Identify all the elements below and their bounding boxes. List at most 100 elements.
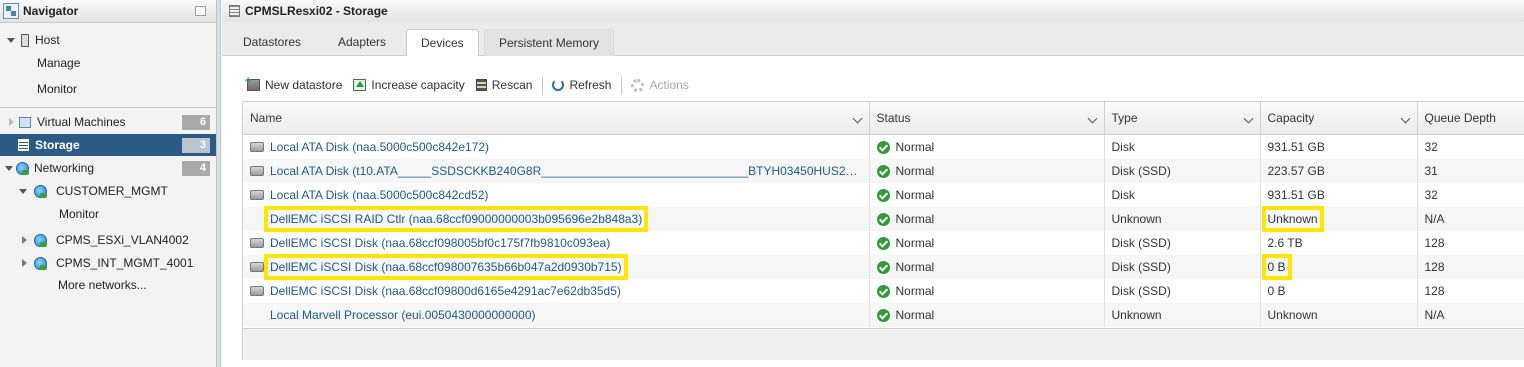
nav-item-label: CUSTOMER_MGMT (56, 184, 168, 198)
status-ok-icon (876, 237, 890, 251)
nav-item-cpms-int-mgmt-4001[interactable]: CPMS_INT_MGMT_4001 (0, 252, 216, 274)
status-text: Normal (895, 187, 935, 202)
column-label: Queue Depth (1424, 111, 1496, 125)
device-name-link[interactable]: DellEMC iSCSI RAID Ctlr (naa.68ccf090000… (263, 206, 649, 232)
queue-depth-cell: 31 (1417, 159, 1524, 183)
capacity-cell: 931.51 GB (1260, 134, 1418, 159)
status-text: Normal (895, 163, 935, 178)
increase-capacity-icon (353, 79, 367, 91)
table-row[interactable]: DellEMC iSCSI RAID Ctlr (naa.68ccf090000… (243, 206, 1524, 232)
chevron-right-icon[interactable] (22, 259, 27, 267)
column-header-name[interactable]: Name (243, 102, 870, 135)
table-row[interactable]: Local ATA Disk (t10.ATA_____SSDSCKKB240G… (243, 159, 1524, 183)
chevron-down-icon[interactable] (7, 37, 15, 43)
refresh-icon (552, 79, 565, 91)
devices-table: Name Status Type Capacity Queue Depth Lo… (242, 101, 1524, 360)
nav-item-label: Manage (37, 56, 81, 70)
table-row[interactable]: Local ATA Disk (naa.5000c500c842e172) No… (243, 134, 1524, 159)
status-text: Normal (895, 235, 935, 250)
nav-item-more-networks[interactable]: More networks... (0, 274, 216, 296)
type-cell: Unknown (1104, 207, 1261, 231)
tab-persistent-memory[interactable]: Persistent Memory (484, 29, 615, 56)
type-cell: Disk (SSD) (1104, 231, 1261, 255)
tab-bar: Datastores Adapters Devices Persistent M… (222, 22, 1524, 56)
nav-item-host[interactable]: Host (0, 29, 216, 51)
increase-capacity-label: Increase capacity (371, 78, 465, 92)
nav-item-network-monitor[interactable]: Monitor (0, 203, 216, 225)
table-row[interactable]: DellEMC iSCSI Disk (naa.68ccf098007635b6… (243, 254, 1524, 280)
device-name-link[interactable]: DellEMC iSCSI Disk (naa.68ccf098005bf0c1… (270, 236, 610, 250)
table-row[interactable]: DellEMC iSCSI Disk (naa.68ccf098005bf0c1… (243, 231, 1524, 255)
chevron-down-icon[interactable] (1243, 113, 1253, 124)
capacity-cell: 2.6 TB (1260, 231, 1418, 255)
toolbar-separator (542, 76, 544, 94)
nav-item-label: CPMS_ESXi_VLAN4002 (56, 233, 189, 247)
type-cell: Disk (SSD) (1104, 159, 1261, 183)
new-datastore-button[interactable]: + New datastore (242, 75, 348, 95)
storage-icon (229, 5, 240, 17)
column-header-status[interactable]: Status (869, 102, 1105, 135)
nav-item-label: Monitor (37, 82, 78, 96)
panel-splitter[interactable] (216, 0, 221, 367)
table-row[interactable]: Local ATA Disk (naa.5000c500c842cd52) No… (243, 183, 1524, 207)
device-name-link[interactable]: Local Marvell Processor (eui.00504300000… (270, 308, 536, 322)
device-name-link[interactable]: Local ATA Disk (naa.5000c500c842e172) (270, 140, 489, 154)
chevron-right-icon[interactable] (22, 236, 27, 244)
rescan-label: Rescan (491, 78, 533, 92)
status-text: Normal (895, 307, 935, 322)
tab-datastores[interactable]: Datastores (229, 29, 315, 55)
nav-item-manage[interactable]: Manage (0, 52, 216, 74)
nav-item-cpms-esxi-vlan4002[interactable]: CPMS_ESXi_VLAN4002 (0, 229, 216, 251)
device-name-link[interactable]: DellEMC iSCSI Disk (naa.68ccf09800d6165e… (270, 284, 621, 298)
disk-icon (250, 142, 264, 152)
chevron-right-icon[interactable] (9, 118, 14, 126)
capacity-cell: 0 B (1260, 279, 1418, 303)
chevron-down-icon[interactable] (5, 165, 13, 171)
navigator-title: Navigator (23, 4, 79, 18)
column-header-type[interactable]: Type (1104, 102, 1261, 135)
nav-item-customer-mgmt[interactable]: CUSTOMER_MGMT (0, 180, 216, 202)
chevron-down-icon[interactable] (1400, 113, 1410, 124)
network-globe-icon (34, 256, 47, 270)
nav-item-label: Storage (35, 138, 80, 152)
chevron-down-icon[interactable] (19, 188, 27, 194)
chevron-down-icon[interactable] (852, 113, 862, 124)
table-row[interactable]: DellEMC iSCSI Disk (naa.68ccf09800d6165e… (243, 279, 1524, 303)
storage-icon (18, 139, 29, 151)
disk-icon (250, 286, 264, 296)
type-cell: Disk (1104, 134, 1261, 159)
new-datastore-icon: + (245, 76, 260, 91)
status-ok-icon (876, 141, 890, 155)
nav-item-virtual-machines[interactable]: Virtual Machines 6 (0, 111, 216, 133)
device-name-link[interactable]: Local ATA Disk (naa.5000c500c842cd52) (270, 188, 488, 202)
device-name-link[interactable]: Local ATA Disk (t10.ATA_____SSDSCKKB240G… (270, 164, 860, 178)
column-header-queue-depth[interactable]: Queue Depth (1417, 102, 1524, 135)
column-label: Type (1111, 111, 1138, 125)
tab-devices[interactable]: Devices (406, 29, 479, 56)
actions-button[interactable]: Actions (626, 75, 694, 95)
count-badge: 6 (182, 114, 210, 130)
minimize-icon[interactable] (195, 6, 206, 16)
disk-icon (250, 262, 264, 272)
chevron-down-icon[interactable] (1087, 113, 1097, 124)
rescan-button[interactable]: Rescan (471, 75, 539, 95)
tab-adapters[interactable]: Adapters (324, 29, 400, 55)
network-globe-icon (16, 161, 29, 175)
device-name-link[interactable]: DellEMC iSCSI Disk (naa.68ccf098007635b6… (264, 254, 628, 280)
table-row[interactable]: Local Marvell Processor (eui.00504300000… (243, 303, 1524, 327)
capacity-cell: 931.51 GB (1260, 183, 1418, 207)
toolbar-separator (621, 76, 623, 94)
queue-depth-cell: 128 (1417, 231, 1524, 255)
nav-item-label: Host (35, 33, 60, 47)
capacity-highlighted: Unknown (1261, 206, 1324, 232)
nav-item-monitor[interactable]: Monitor (0, 78, 216, 100)
increase-capacity-button[interactable]: Increase capacity (348, 75, 470, 95)
nav-item-networking[interactable]: Networking 4 (0, 157, 216, 179)
column-header-capacity[interactable]: Capacity (1260, 102, 1418, 135)
refresh-button[interactable]: Refresh (547, 75, 617, 95)
nav-item-storage[interactable]: Storage 3 (0, 134, 216, 156)
status-ok-icon (876, 309, 890, 323)
status-text: Normal (895, 283, 935, 298)
status-ok-icon (876, 261, 890, 275)
status-ok-icon (876, 213, 890, 227)
